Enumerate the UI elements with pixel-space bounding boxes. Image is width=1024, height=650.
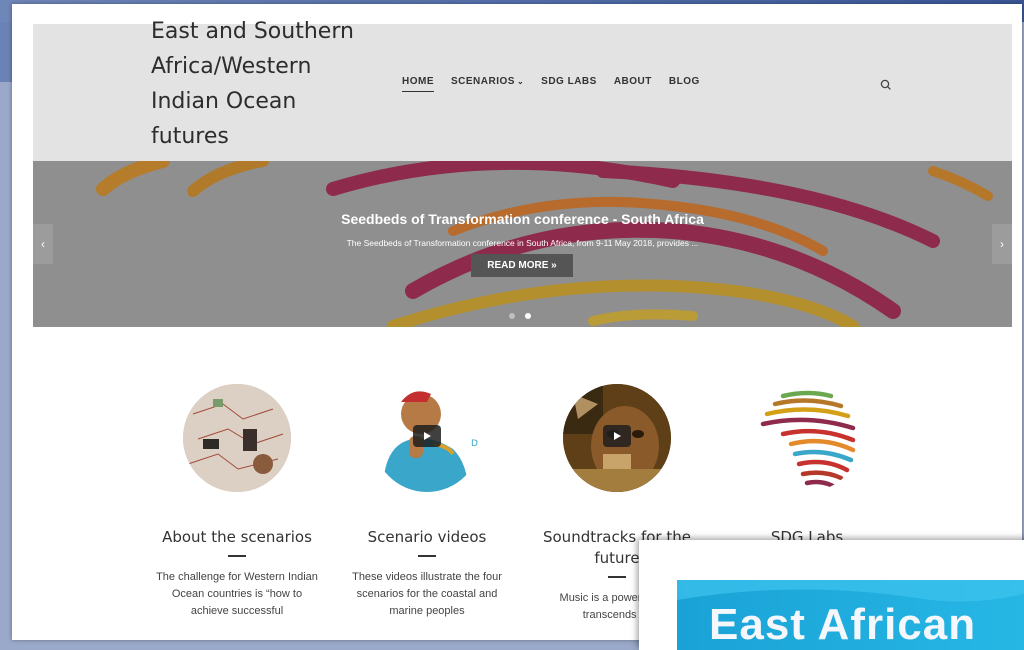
feature-description: These videos illustrate the four scenari…	[352, 571, 502, 617]
slider-dot-1[interactable]	[509, 313, 515, 319]
title-divider	[608, 576, 626, 578]
hero-slider: Seedbeds of Transformation conference - …	[33, 161, 1012, 327]
about-scenarios-image[interactable]	[183, 384, 291, 492]
slider-dot-2[interactable]	[525, 313, 531, 319]
overlapping-window[interactable]: East African	[639, 540, 1024, 650]
overlay-banner-title: East African	[709, 600, 977, 649]
site-header: East and Southern Africa/Western Indian …	[33, 19, 1012, 161]
chevron-down-icon: ⌄	[516, 77, 525, 86]
nav-home[interactable]: HOME	[402, 76, 434, 92]
sdg-labs-logo[interactable]	[753, 384, 861, 492]
chevron-left-icon: ‹	[41, 237, 45, 251]
nav-scenarios[interactable]: SCENARIOS ⌄	[451, 76, 524, 92]
feature-title[interactable]: Scenario videos	[342, 527, 512, 548]
feature-description: The challenge for Western Indian Ocean c…	[156, 571, 318, 617]
main-nav: HOME SCENARIOS ⌄ SDG LABS ABOUT BLOG	[402, 76, 700, 92]
read-more-button[interactable]: READ MORE »	[471, 254, 573, 277]
nav-scenarios-label: SCENARIOS	[451, 76, 515, 87]
play-icon[interactable]	[413, 425, 441, 447]
nav-about[interactable]: ABOUT	[614, 76, 652, 92]
scenario-videos-image[interactable]: D	[373, 384, 481, 492]
overlay-banner: East African	[677, 580, 1024, 650]
title-divider	[418, 555, 436, 557]
nav-sdg-labs[interactable]: SDG LABS	[541, 76, 597, 92]
title-divider	[228, 555, 246, 557]
search-icon[interactable]	[879, 78, 893, 92]
chevron-right-icon: ›	[1000, 237, 1004, 251]
slide-title[interactable]: Seedbeds of Transformation conference - …	[33, 211, 1012, 227]
slider-prev-button[interactable]: ‹	[33, 224, 53, 264]
nav-blog[interactable]: BLOG	[669, 76, 700, 92]
feature-scenario-videos: D Scenario videos These videos illustrat…	[342, 384, 512, 620]
soundtracks-image[interactable]	[563, 384, 671, 492]
site-title[interactable]: East and Southern Africa/Western Indian …	[151, 14, 381, 154]
slider-pagination	[509, 313, 531, 319]
svg-text:D: D	[471, 439, 478, 449]
feature-title[interactable]: About the scenarios	[152, 527, 322, 548]
feature-about-scenarios: About the scenarios The challenge for We…	[152, 384, 322, 620]
slide-excerpt: The Seedbeds of Transformation conferenc…	[346, 238, 699, 248]
slider-next-button[interactable]: ›	[992, 224, 1012, 264]
play-icon[interactable]	[603, 425, 631, 447]
